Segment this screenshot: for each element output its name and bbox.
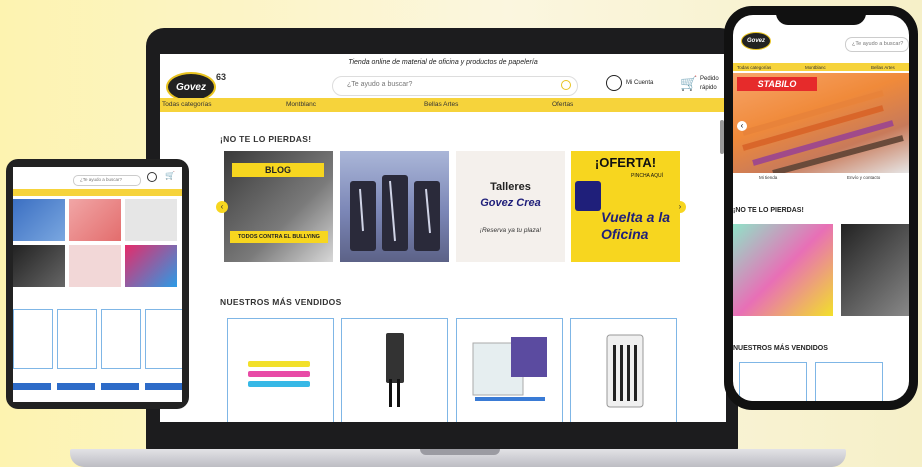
search-placeholder: ¿Te ayudo a buscar? xyxy=(347,81,413,88)
promo-card-drawing-tools[interactable] xyxy=(340,151,449,262)
site-tagline: Tienda online de material de oficina y p… xyxy=(348,59,538,66)
quick-order-link[interactable]: Pedido rápido xyxy=(700,75,726,93)
product-card[interactable] xyxy=(13,309,53,369)
tablet-nav xyxy=(13,189,182,196)
phone-search-placeholder: ¿Te ayudo a buscar? xyxy=(852,41,904,47)
product-card[interactable] xyxy=(341,318,448,422)
nav-item-montblanc[interactable]: Montblanc xyxy=(286,101,316,108)
add-to-cart-button[interactable] xyxy=(145,383,182,390)
phone-nav-categories[interactable]: Todas categorías xyxy=(737,65,771,70)
phone-screen: Govez ¿Te ayudo a buscar? Todas categorí… xyxy=(733,15,909,401)
cart-icon[interactable]: 🛒 xyxy=(165,171,175,180)
carousel-prev-icon[interactable]: ‹ xyxy=(216,201,228,213)
pens-image xyxy=(742,90,904,173)
talleres-cta: ¡Reserva ya tu plaza! xyxy=(479,227,542,234)
talleres-title: Talleres xyxy=(490,181,531,193)
user-icon[interactable] xyxy=(606,75,622,91)
category-tile[interactable] xyxy=(125,199,177,241)
search-input[interactable]: ¿Te ayudo a buscar? xyxy=(332,76,578,96)
phone-search-input[interactable]: ¿Te ayudo a buscar? xyxy=(845,37,909,52)
marker-set-image xyxy=(606,334,644,408)
user-icon[interactable] xyxy=(147,172,157,182)
fineliner-pack-image xyxy=(386,333,404,407)
category-tile[interactable] xyxy=(69,245,121,287)
blog-caption: TODOS CONTRA EL BULLYING xyxy=(230,231,328,243)
carousel-next-icon[interactable]: › xyxy=(674,201,686,213)
phone-nav-bellas-artes[interactable]: Bellas Artes xyxy=(871,65,895,70)
phone-nav-montblanc[interactable]: Montblanc xyxy=(805,65,826,70)
drawing-tools-image xyxy=(350,175,440,251)
phone-site-logo[interactable]: Govez xyxy=(741,32,771,50)
product-card[interactable] xyxy=(101,309,141,369)
search-icon[interactable] xyxy=(561,80,571,90)
add-to-cart-button[interactable] xyxy=(101,383,139,390)
add-to-cart-button[interactable] xyxy=(13,383,51,390)
store-info[interactable]: Mi tienda xyxy=(759,175,777,180)
category-tile[interactable] xyxy=(13,245,65,287)
product-card[interactable] xyxy=(145,309,182,369)
nav-item-ofertas[interactable]: Ofertas xyxy=(552,101,573,108)
phone-section-title-dont-miss: ¡NO TE LO PIERDAS! xyxy=(733,207,804,214)
blog-label: BLOG xyxy=(232,163,324,177)
main-nav: Todas categorías Montblanc Bellas Artes … xyxy=(160,98,726,112)
phone-nav: Todas categorías Montblanc Bellas Artes xyxy=(733,63,909,71)
nav-item-bellas-artes[interactable]: Bellas Artes xyxy=(424,101,458,108)
tablet-search-input[interactable]: ¿Te ayudo a buscar? xyxy=(73,175,141,186)
section-title-dont-miss: ¡NO TE LO PIERDAS! xyxy=(220,134,312,144)
product-card[interactable] xyxy=(570,318,677,422)
highlighter-pens-image xyxy=(248,361,310,387)
phone-notch xyxy=(776,9,866,25)
product-card[interactable] xyxy=(227,318,334,422)
phone-section-title-bestsellers: NUESTROS MÁS VENDIDOS xyxy=(733,345,828,352)
talleres-subtitle: Govez Crea xyxy=(480,197,541,209)
brushpen-set-image xyxy=(472,337,547,401)
category-tile[interactable] xyxy=(13,199,65,241)
carousel-prev-icon[interactable]: ‹ xyxy=(737,121,747,131)
oferta-small: PINCHA AQUÍ xyxy=(631,173,663,179)
phone-promo-card[interactable] xyxy=(733,224,833,316)
account-link[interactable]: Mi Cuenta xyxy=(626,80,653,86)
promo-card-oferta[interactable]: ¡OFERTA! PINCHA AQUÍ Vuelta a la Oficina xyxy=(571,151,680,262)
cart-icon[interactable]: 🛒 xyxy=(680,76,697,90)
category-tile[interactable] xyxy=(69,199,121,241)
phone-promo-card[interactable] xyxy=(841,224,909,316)
logo-anniversary-number: 63 xyxy=(216,72,227,82)
category-tile[interactable] xyxy=(125,245,177,287)
product-card[interactable] xyxy=(456,318,563,422)
shipping-info[interactable]: Envío y contacto xyxy=(847,175,880,180)
oferta-text: Vuelta a la Oficina xyxy=(601,209,671,242)
product-card[interactable] xyxy=(815,362,883,401)
product-card[interactable] xyxy=(57,309,97,369)
oferta-title: ¡OFERTA! xyxy=(594,155,657,170)
nav-item-categories[interactable]: Todas categorías xyxy=(162,101,212,108)
laptop-screen: Tienda online de material de oficina y p… xyxy=(160,54,726,422)
tablet-search-placeholder: ¿Te ayudo a buscar? xyxy=(80,177,123,182)
product-card[interactable] xyxy=(739,362,807,401)
office-products-image xyxy=(575,181,601,211)
laptop-hinge-notch xyxy=(420,449,500,455)
phone-hero-banner[interactable]: STABILO ‹ xyxy=(733,73,909,173)
add-to-cart-button[interactable] xyxy=(57,383,95,390)
tablet-screen: ¿Te ayudo a buscar? 🛒 xyxy=(13,167,182,402)
promo-card-talleres[interactable]: Talleres Govez Crea ¡Reserva ya tu plaza… xyxy=(456,151,565,262)
section-title-bestsellers: NUESTROS MÁS VENDIDOS xyxy=(220,297,342,307)
promo-card-blog[interactable]: BLOG TODOS CONTRA EL BULLYING xyxy=(224,151,333,262)
